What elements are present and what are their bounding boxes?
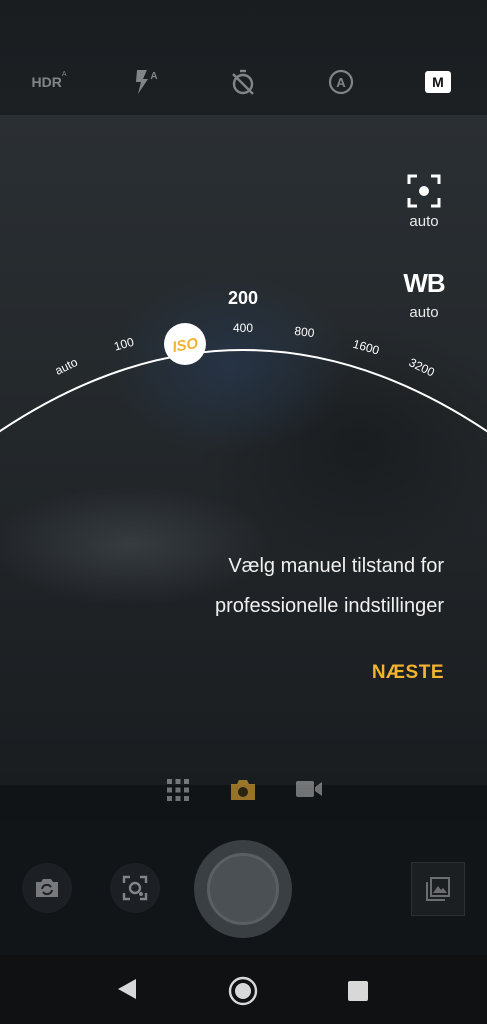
- next-button[interactable]: NÆSTE: [372, 662, 444, 684]
- system-navigation-bar: [0, 955, 487, 1024]
- hdr-toggle[interactable]: HDR A: [31, 66, 67, 98]
- iso-dial[interactable]: auto 100 400 800 1600 3200 ISO: [0, 280, 487, 440]
- manual-mode-toggle[interactable]: M: [423, 66, 453, 98]
- focus-icon: [407, 174, 441, 208]
- manual-mode-icon: M: [425, 71, 451, 93]
- hdr-auto-badge: A: [61, 70, 67, 78]
- bottom-controls: [0, 820, 487, 955]
- iso-dial-knob[interactable]: ISO: [164, 323, 206, 365]
- iso-tick-label[interactable]: 1600: [351, 337, 381, 358]
- focus-label: auto: [409, 213, 439, 230]
- gallery-icon: [426, 877, 450, 901]
- home-button[interactable]: [228, 976, 258, 1011]
- mode-selector: [0, 770, 487, 815]
- shutter-button[interactable]: [194, 840, 292, 938]
- auto-mode-icon: A: [328, 69, 354, 95]
- tutorial-hint: Vælg manuel tilstand for professionelle …: [215, 546, 444, 626]
- switch-camera-button[interactable]: [22, 863, 72, 913]
- recents-icon: [348, 981, 368, 1001]
- manual-mode-label: M: [432, 74, 444, 90]
- hdr-label: HDR: [31, 74, 62, 90]
- hint-line-1: Vælg manuel tilstand for: [228, 555, 444, 577]
- iso-tick-label[interactable]: auto: [53, 355, 80, 378]
- flash-toggle[interactable]: A: [132, 66, 160, 98]
- shutter-inner: [207, 853, 279, 925]
- top-settings-bar: HDR A A A M: [0, 0, 487, 115]
- timer-off-icon: [232, 69, 254, 95]
- focus-control[interactable]: auto: [399, 174, 449, 230]
- video-icon: [296, 781, 322, 797]
- gallery-thumbnail[interactable]: [411, 862, 465, 916]
- back-button[interactable]: [116, 977, 138, 1006]
- iso-tick-label[interactable]: 400: [233, 321, 253, 335]
- switch-camera-icon: [36, 879, 58, 897]
- timer-toggle[interactable]: [229, 66, 257, 98]
- hint-line-2: professionelle indstillinger: [214, 595, 444, 617]
- flash-auto-badge: A: [150, 70, 158, 82]
- home-icon: [228, 976, 258, 1006]
- iso-tick-label[interactable]: 3200: [407, 355, 437, 379]
- grid-mode-button[interactable]: [166, 778, 190, 807]
- iso-tick-label[interactable]: 100: [112, 335, 135, 354]
- flash-icon: [136, 70, 149, 94]
- back-icon: [118, 979, 136, 999]
- lens-icon: [122, 875, 148, 901]
- photo-mode-button[interactable]: [229, 778, 257, 807]
- lens-button[interactable]: [110, 863, 160, 913]
- auto-mode-toggle[interactable]: A: [326, 66, 356, 98]
- iso-tick-label[interactable]: 800: [294, 324, 316, 340]
- grid-icon: [167, 779, 189, 801]
- video-mode-button[interactable]: [295, 778, 323, 805]
- svg-text:A: A: [336, 75, 346, 90]
- recents-button[interactable]: [347, 980, 369, 1007]
- camera-icon: [231, 780, 255, 800]
